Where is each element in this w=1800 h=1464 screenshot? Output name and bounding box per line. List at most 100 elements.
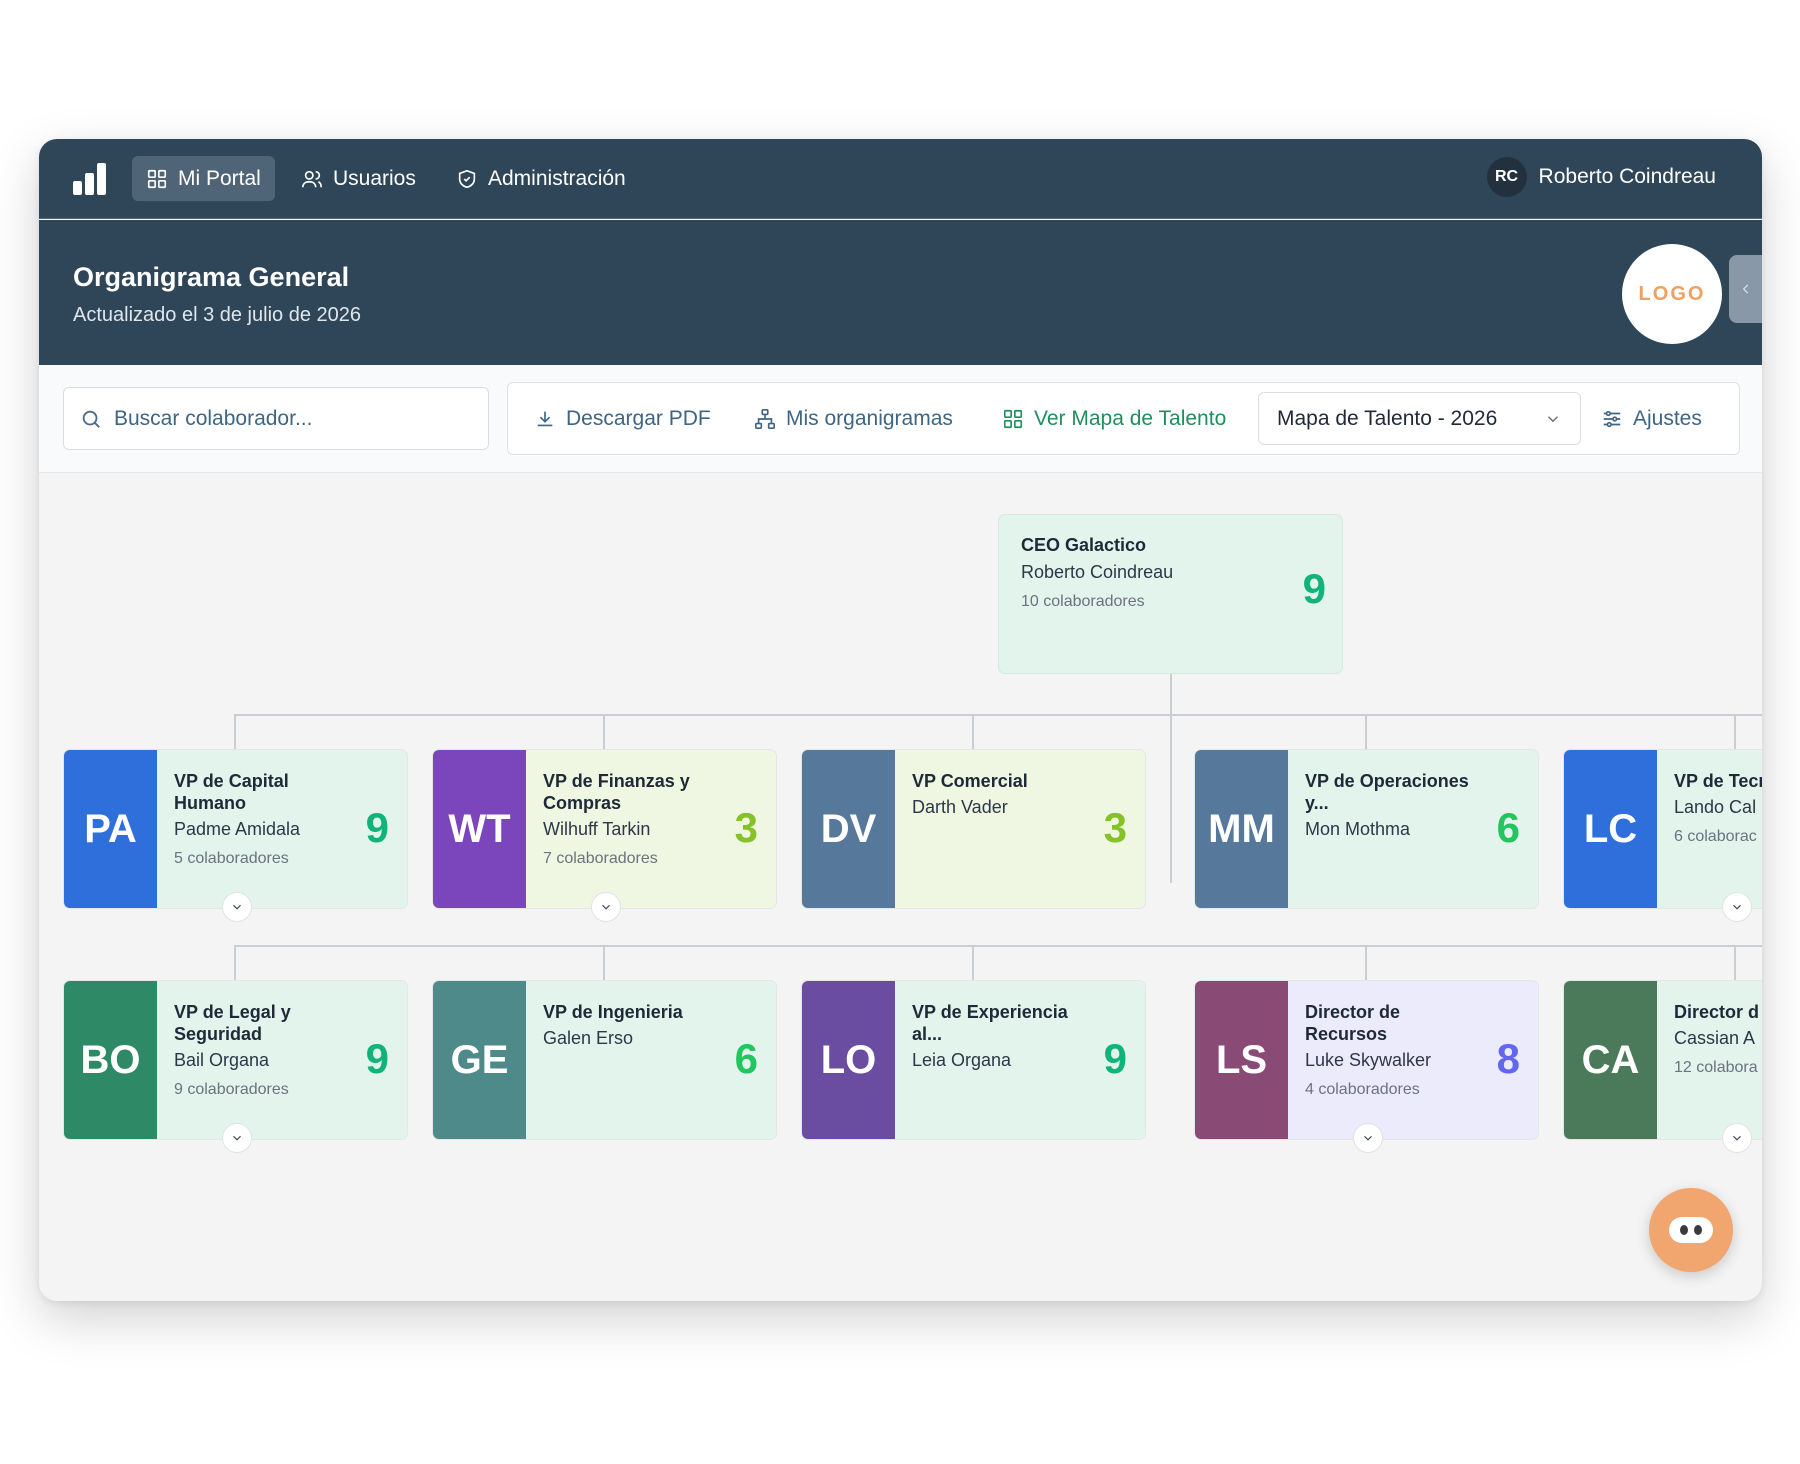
- bar-chart-logo-icon[interactable]: [73, 163, 109, 195]
- talent-map-select[interactable]: Mapa de Talento - 2026: [1258, 392, 1581, 445]
- toolbar: Descargar PDF Mis organigramas Ver Mapa …: [39, 365, 1762, 473]
- employee-card[interactable]: GE VP de Ingenieria Galen Erso 6: [432, 980, 777, 1140]
- employee-name: Darth Vader: [912, 797, 1008, 817]
- expand-button[interactable]: [1353, 1123, 1383, 1153]
- connector-line: [234, 714, 236, 749]
- employee-info: VP Comercial Darth Vader: [912, 770, 1092, 828]
- grid-icon: [147, 169, 167, 188]
- talent-score: 3: [1103, 804, 1127, 851]
- employee-info: VP de Experiencia al... Leia Organa: [912, 1001, 1092, 1081]
- employee-role: VP de Ingenieria: [543, 1002, 683, 1022]
- chevron-down-icon: [233, 904, 241, 910]
- my-charts-label: Mis organigramas: [786, 406, 953, 430]
- nav-administracion[interactable]: Administración: [442, 156, 640, 201]
- ceo-card[interactable]: CEO Galactico Roberto Coindreau 10 colab…: [998, 514, 1343, 674]
- connector-line: [234, 945, 1762, 947]
- employee-count: 6 colaborac: [1674, 828, 1757, 845]
- user-name: Roberto Coindreau: [1538, 165, 1716, 188]
- expand-button[interactable]: [591, 892, 621, 922]
- chevron-down-icon: [233, 1135, 241, 1141]
- employee-name: Mon Mothma: [1305, 819, 1411, 839]
- chevron-left-icon: [1742, 284, 1749, 294]
- page-header: Organigrama General Actualizado el 3 de …: [39, 220, 1762, 365]
- sliders-icon: [1603, 410, 1621, 427]
- talent-score: 3: [734, 804, 758, 851]
- ceo-info: CEO Galactico Roberto Coindreau 10 colab…: [1021, 535, 1173, 611]
- employee-card[interactable]: MM VP de Operaciones y... Mon Mothma 6: [1194, 749, 1539, 909]
- employee-info: VP de Legal y Seguridad Bail Organa 9 co…: [174, 1001, 354, 1099]
- employee-avatar: GE: [433, 981, 526, 1139]
- employee-role: Director d Servicios: [1674, 1002, 1762, 1022]
- shield-icon: [458, 169, 476, 188]
- search-box[interactable]: [63, 387, 489, 450]
- nav-usuarios[interactable]: Usuarios: [287, 156, 430, 201]
- employee-info: VP de Tecnologi Lando Cal 6 colaborac: [1674, 770, 1762, 846]
- nav-label: Usuarios: [333, 166, 416, 190]
- my-charts-button[interactable]: Mis organigramas: [754, 383, 953, 454]
- employee-card[interactable]: LS Director de Recursos Luke Skywalker 4…: [1194, 980, 1539, 1153]
- employee-count: 9 colaboradores: [174, 1081, 289, 1098]
- chevron-down-icon: [1364, 1135, 1372, 1141]
- collapse-panel-button[interactable]: [1729, 255, 1762, 323]
- talent-score: 9: [1103, 1035, 1127, 1082]
- assistant-bot-button[interactable]: [1649, 1188, 1733, 1272]
- nav-label: Administración: [488, 166, 626, 190]
- chevron-down-icon: [1733, 1135, 1741, 1141]
- ceo-score: 9: [1302, 565, 1326, 612]
- connector-line: [1365, 714, 1367, 749]
- employee-name: Wilhuff Tarkin: [543, 819, 651, 839]
- connector-line: [603, 945, 605, 980]
- settings-button[interactable]: Ajustes: [1601, 383, 1702, 454]
- expand-button[interactable]: [222, 1123, 252, 1153]
- employee-card[interactable]: PA VP de Capital Humano Padme Amidala 5 …: [63, 749, 408, 922]
- employee-avatar: CA: [1564, 981, 1657, 1139]
- ceo-role: CEO Galactico: [1021, 535, 1147, 555]
- users-icon: [302, 170, 322, 187]
- chevron-down-icon: [1547, 415, 1559, 422]
- company-logo: LOGO: [1622, 244, 1722, 344]
- employee-name: Lando Cal: [1674, 797, 1757, 817]
- page-subtitle: Actualizado el 3 de julio de 2026: [73, 304, 361, 326]
- talent-score: 6: [734, 1035, 758, 1082]
- employee-avatar: LO: [802, 981, 895, 1139]
- employee-info: VP de Ingenieria Galen Erso: [543, 1001, 723, 1059]
- employee-info: VP de Finanzas y Compras Wilhuff Tarkin …: [543, 770, 723, 868]
- employee-card[interactable]: LC VP de Tecnologi Lando Cal 6 colaborac: [1563, 749, 1762, 922]
- employee-name: Bail Organa: [174, 1050, 270, 1070]
- expand-button[interactable]: [222, 892, 252, 922]
- org-chart: CEO Galactico Roberto Coindreau 10 colab…: [39, 474, 1762, 1301]
- search-icon: [82, 410, 100, 428]
- employee-card[interactable]: CA Director d Servicios Cassian A 12 col…: [1563, 980, 1762, 1153]
- employee-count: 4 colaboradores: [1305, 1081, 1420, 1098]
- download-pdf-button[interactable]: Descargar PDF: [534, 383, 711, 454]
- ceo-count: 10 colaboradores: [1021, 593, 1145, 610]
- talent-map-button[interactable]: Ver Mapa de Talento: [1002, 383, 1226, 454]
- expand-button[interactable]: [1722, 1123, 1752, 1153]
- employee-avatar: WT: [433, 750, 526, 908]
- chevron-down-icon: [1733, 904, 1741, 910]
- connector-line: [972, 714, 974, 749]
- employee-name: Luke Skywalker: [1305, 1050, 1432, 1070]
- connector-line: [603, 714, 605, 749]
- talent-score: 8: [1496, 1035, 1520, 1082]
- connector-line: [1734, 714, 1736, 749]
- employee-card[interactable]: WT VP de Finanzas y Compras Wilhuff Tark…: [432, 749, 777, 922]
- employee-avatar: PA: [64, 750, 157, 908]
- employee-card[interactable]: DV VP Comercial Darth Vader 3: [801, 749, 1146, 909]
- search-input[interactable]: [114, 406, 454, 431]
- employee-avatar: BO: [64, 981, 157, 1139]
- user-avatar: RC: [1486, 157, 1527, 197]
- ceo-name: Roberto Coindreau: [1021, 562, 1174, 582]
- employee-avatar: DV: [802, 750, 895, 908]
- connector-line: [1170, 674, 1172, 883]
- employee-role: VP de Finanzas y Compras: [543, 771, 690, 813]
- talent-score: 9: [365, 1035, 389, 1082]
- expand-button[interactable]: [1722, 892, 1752, 922]
- user-menu[interactable]: RC Roberto Coindreau: [1486, 157, 1716, 197]
- employee-card[interactable]: BO VP de Legal y Seguridad Bail Organa 9…: [63, 980, 408, 1153]
- employee-info: Director d Servicios Cassian A 12 colabo…: [1674, 1001, 1762, 1077]
- nav-mi-portal[interactable]: Mi Portal: [132, 156, 275, 201]
- employee-name: Leia Organa: [912, 1050, 1012, 1070]
- bot-face-icon: [1669, 1217, 1713, 1243]
- employee-card[interactable]: LO VP de Experiencia al... Leia Organa 9: [801, 980, 1146, 1140]
